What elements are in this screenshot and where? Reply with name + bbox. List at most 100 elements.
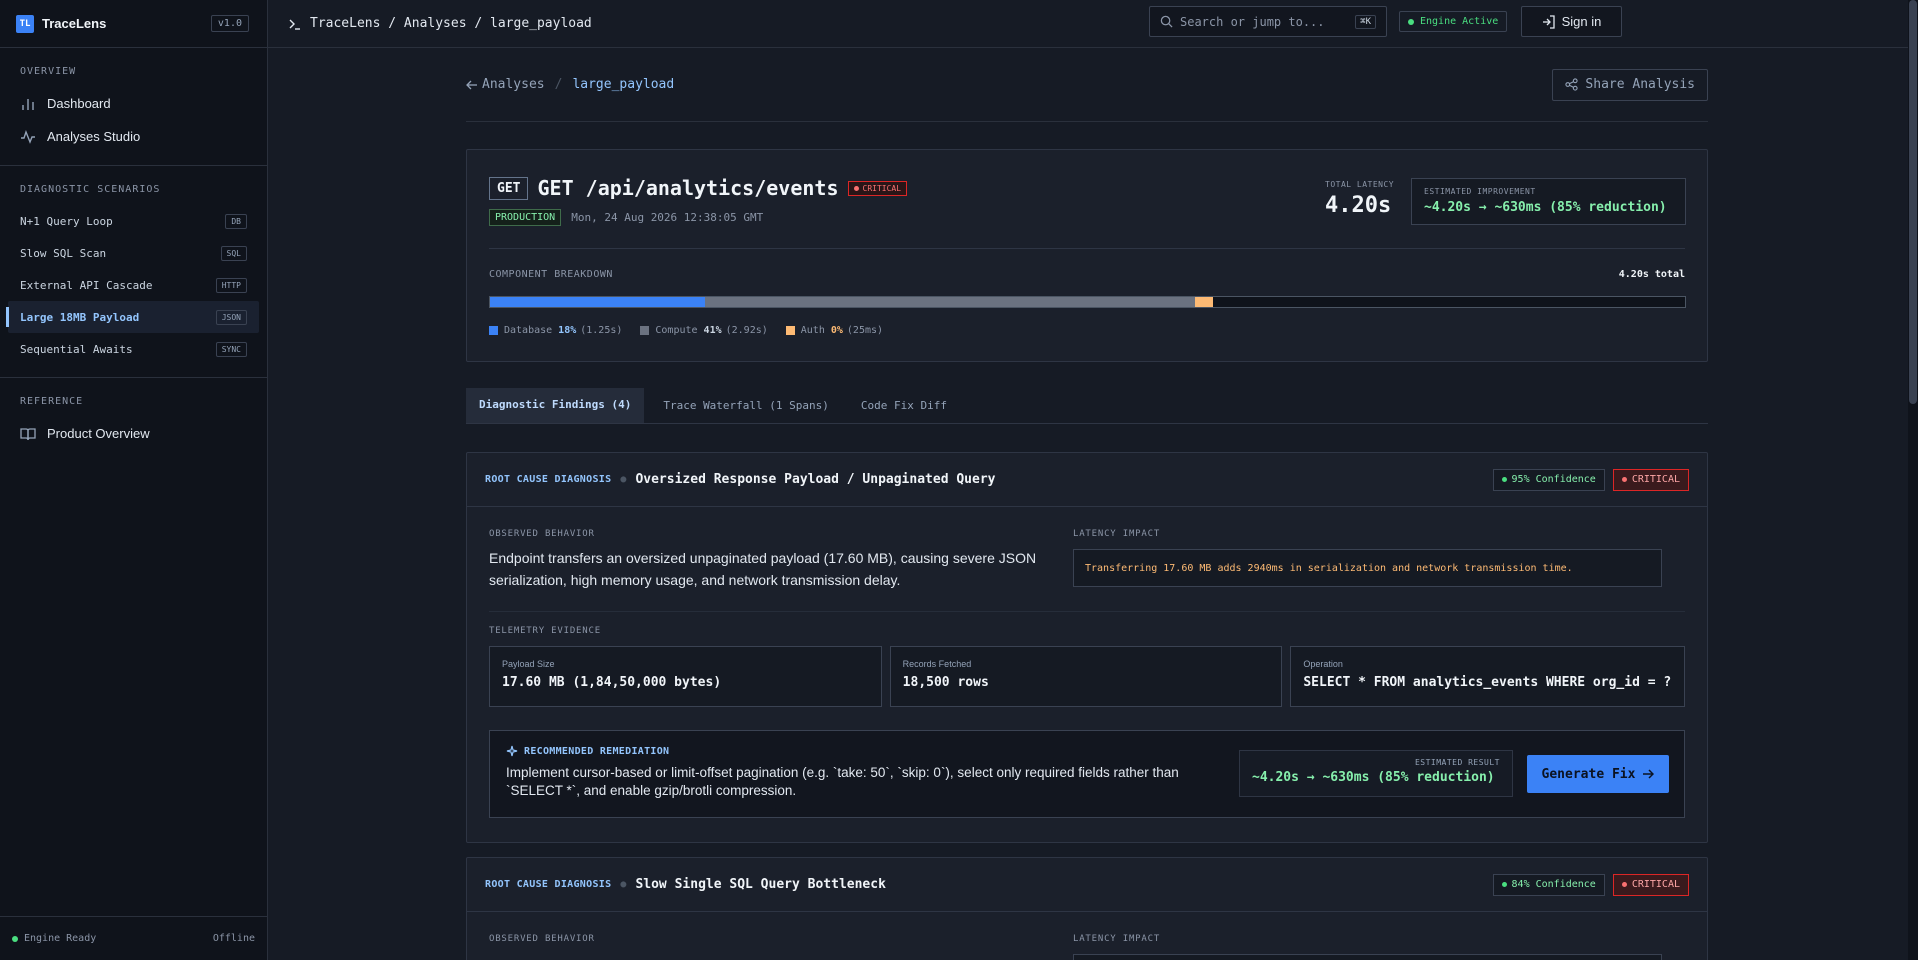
scenario-large-payload[interactable]: Large 18MB Payload JSON: [6, 301, 259, 333]
brand[interactable]: TL TraceLens v1.0: [0, 0, 267, 48]
telemetry-value: 17.60 MB (1,84,50,000 bytes): [502, 675, 722, 690]
breadcrumb: TraceLens / Analyses / large_payload: [288, 16, 592, 31]
divider: [489, 611, 1685, 612]
telemetry-key: Payload Size: [502, 659, 555, 669]
estimated-improvement-value: ~4.20s → ~630ms (85% reduction): [1424, 200, 1667, 215]
component-breakdown-bar: [489, 296, 1686, 308]
telemetry-value: SELECT * FROM analytics_events WHERE org…: [1303, 675, 1672, 690]
sidebar-item-label: Analyses Studio: [47, 129, 141, 144]
scenario-tag: JSON: [215, 309, 247, 325]
sidebar-item-dashboard[interactable]: Dashboard: [0, 87, 267, 120]
breakdown-legend: Database 18% (1.25s) Compute 41% (2.92s)…: [489, 325, 901, 336]
sign-in-button[interactable]: Sign in: [1521, 6, 1622, 37]
share-icon: [1565, 78, 1579, 91]
legend-auth: Auth 0% (25ms): [785, 325, 883, 336]
legend-name: Compute: [655, 325, 698, 336]
sidebar: TL TraceLens v1.0 OVERVIEW Dashboard Ana…: [0, 0, 268, 960]
scenario-sequential-awaits[interactable]: Sequential Awaits SYNC: [8, 333, 259, 365]
scenario-label: External API Cascade: [20, 278, 153, 292]
impact-label: LATENCY IMPACT: [1073, 934, 1161, 944]
telemetry-evidence: TELEMETRY EVIDENCE Payload Size 17.60 MB…: [489, 626, 1686, 707]
tracelens-logo: TL: [16, 14, 34, 33]
search-input[interactable]: Search or jump to... ⌘K: [1149, 6, 1387, 37]
scenario-external-api[interactable]: External API Cascade HTTP: [8, 269, 259, 301]
search-placeholder: Search or jump to...: [1180, 14, 1325, 29]
sidebar-item-analyses-studio[interactable]: Analyses Studio: [0, 120, 267, 153]
recommended-remediation: RECOMMENDED REMEDIATION Implement cursor…: [489, 730, 1685, 818]
share-label: Share Analysis: [1585, 77, 1695, 92]
telemetry-label: TELEMETRY EVIDENCE: [489, 626, 601, 636]
legend-time: (2.92s): [725, 325, 768, 336]
severity-badge: CRITICAL: [847, 180, 908, 196]
sidebar-item-label: Product Overview: [47, 426, 150, 441]
estimated-improvement: ESTIMATED IMPROVEMENT ~4.20s → ~630ms (8…: [1411, 178, 1686, 225]
legend-swatch: [785, 326, 795, 335]
finding-title: Oversized Response Payload / Unpaginated…: [635, 472, 996, 487]
telemetry-value: 18,500 rows: [902, 675, 989, 690]
summary-card: GET GET /api/analytics/events CRITICAL P…: [466, 149, 1708, 362]
back-link[interactable]: Analyses: [482, 77, 545, 92]
legend-pct: 41%: [703, 325, 722, 336]
confidence-text: 95% Confidence: [1511, 474, 1596, 485]
total-latency-value: 4.20s: [1325, 193, 1392, 218]
scenario-tag: HTTP: [215, 277, 247, 293]
sidebar-heading: OVERVIEW: [20, 66, 77, 77]
segment-compute: [705, 297, 1196, 307]
http-method-badge: GET: [489, 176, 529, 200]
severity-dot: [1621, 477, 1627, 482]
scenario-label: Slow SQL Scan: [20, 246, 107, 260]
search-shortcut: ⌘K: [1355, 14, 1376, 29]
bar-chart-icon: [22, 98, 34, 110]
sidebar-footer: Engine Ready Offline: [0, 916, 267, 960]
tab-diagnostic-findings[interactable]: Diagnostic Findings (4): [466, 388, 645, 423]
arrow-right-icon: [1643, 769, 1655, 779]
breakdown-label: COMPONENT BREAKDOWN: [489, 269, 613, 280]
scrollbar-thumb[interactable]: [1909, 0, 1917, 404]
sidebar-item-product-overview[interactable]: Product Overview: [0, 417, 267, 450]
sidebar-heading: REFERENCE: [20, 396, 84, 407]
status-dot: [1408, 18, 1414, 25]
finding-title: Slow Single SQL Query Bottleneck: [635, 877, 886, 892]
severity-dot: [853, 185, 859, 191]
legend-compute: Compute 41% (2.92s): [640, 325, 768, 336]
generate-fix-button[interactable]: Generate Fix: [1527, 755, 1669, 793]
legend-pct: 0%: [830, 325, 843, 336]
legend-time: (1.25s): [580, 325, 623, 336]
current-analysis: large_payload: [572, 77, 675, 92]
engine-status-badge: Engine Active: [1399, 11, 1508, 32]
scenario-label: Sequential Awaits: [20, 342, 133, 356]
scenario-tag: SQL: [220, 245, 247, 261]
segment-auth: [1195, 297, 1213, 307]
telemetry-card-operation: Operation SELECT * FROM analytics_events…: [1290, 646, 1686, 707]
share-analysis-button[interactable]: Share Analysis: [1552, 68, 1708, 101]
app-name: TraceLens: [42, 16, 107, 31]
timestamp: Mon, 24 Aug 2026 12:38:05 GMT: [571, 211, 764, 224]
estimated-result-label: ESTIMATED RESULT: [1414, 758, 1500, 767]
search-icon: [1160, 15, 1173, 28]
environment-badge: PRODUCTION: [489, 209, 562, 226]
tab-code-fix-diff[interactable]: Code Fix Diff: [848, 388, 960, 423]
sign-in-label: Sign in: [1561, 14, 1602, 29]
activity-icon: [21, 129, 35, 144]
severity-badge: CRITICAL: [1612, 873, 1689, 896]
topbar: TraceLens / Analyses / large_payload: [268, 0, 1918, 48]
total-latency: TOTAL LATENCY 4.20s: [1325, 180, 1394, 218]
book-icon: [20, 427, 36, 440]
arrow-left-icon: [466, 80, 477, 89]
remediation-text: Implement cursor-based or limit-offset p…: [506, 765, 1179, 798]
scrollbar[interactable]: [1908, 0, 1918, 960]
legend-pct: 18%: [558, 325, 577, 336]
impact-label: LATENCY IMPACT: [1073, 529, 1161, 539]
bullet-separator: ●: [620, 879, 627, 890]
generate-fix-label: Generate Fix: [1541, 766, 1636, 782]
confidence-dot: [1501, 477, 1507, 482]
status-dot: [12, 935, 18, 942]
scenario-n-plus-one[interactable]: N+1 Query Loop DB: [8, 205, 259, 237]
finding-card: ROOT CAUSE DIAGNOSIS ● Slow Single SQL Q…: [466, 857, 1708, 960]
telemetry-card-payload-size: Payload Size 17.60 MB (1,84,50,000 bytes…: [489, 646, 882, 707]
tab-trace-waterfall[interactable]: Trace Waterfall (1 Spans): [650, 388, 842, 423]
impact-text: [1073, 954, 1662, 960]
confidence-badge: 84% Confidence: [1492, 873, 1605, 896]
scenario-slow-sql[interactable]: Slow SQL Scan SQL: [8, 237, 259, 269]
telemetry-card-records-fetched: Records Fetched 18,500 rows: [889, 646, 1283, 707]
